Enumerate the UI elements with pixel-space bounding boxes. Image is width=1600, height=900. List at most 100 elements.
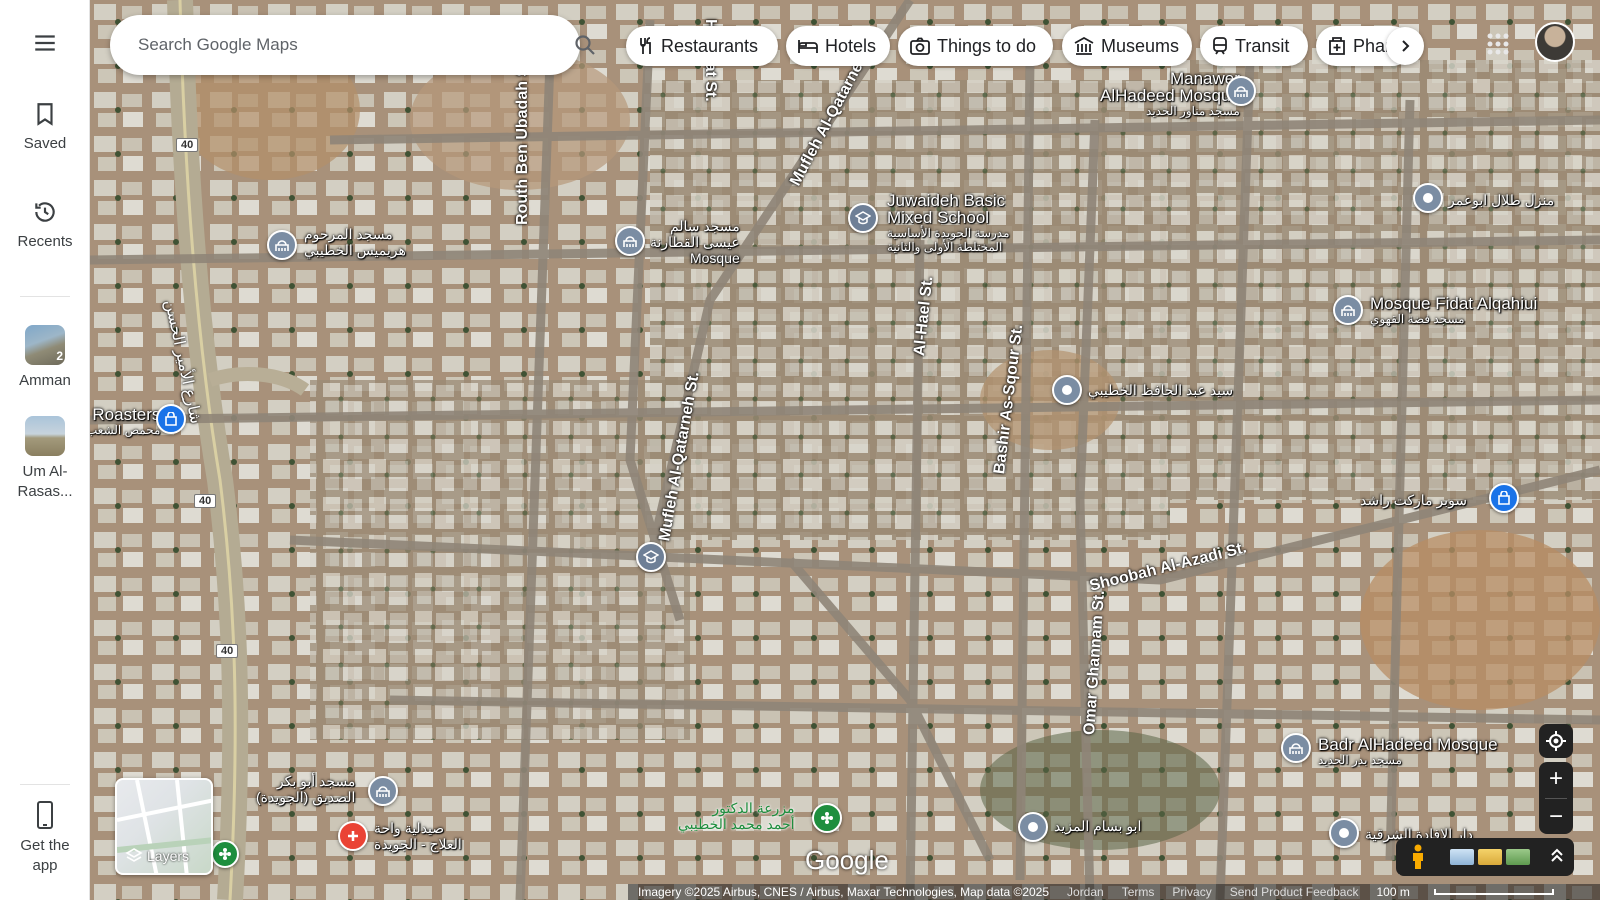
poi-pin-school-2[interactable] [636,542,666,572]
poi-label-juwaideh-school[interactable]: Juwaideh Basic Mixed School مدرسة الجويدة… [887,192,1010,254]
poi-pin-abu-bakr-mosque[interactable] [368,776,398,806]
scale-label: 100 m [1376,885,1410,899]
chip-label: Hotels [825,35,877,56]
privacy-link[interactable]: Privacy [1172,885,1211,899]
street-label: Routh Ben Ubadah St. [514,56,531,225]
poi-pin-fidat-mosque[interactable] [1333,295,1363,325]
rail-divider [20,296,70,297]
poi-pin-park[interactable] [211,840,239,868]
chip-things-to-do[interactable]: Things to do [898,26,1053,66]
poi-arabic-name: مدرسة الجويدة الأساسية المختلطة الأولى و… [887,226,1010,254]
history-icon [35,202,55,222]
search-box[interactable] [110,15,669,75]
poi-pin-oasis-pharmacy[interactable] [338,821,368,851]
poi-pin-talal-house[interactable] [1413,183,1443,213]
street-view-pegman[interactable] [1404,842,1432,872]
poi-pin-badr-mosque[interactable] [1281,733,1311,763]
bookmark-icon [37,103,53,126]
zoom-divider [1545,798,1567,799]
chip-restaurants[interactable]: Restaurants [626,26,778,66]
poi-name: Mosque Fidat Alqahiui [1370,294,1538,313]
side-rail: Saved Recents 2 Amman Um Al- Rasas... Ge… [0,0,90,900]
chevron-right-icon [1402,40,1410,52]
account-avatar[interactable] [1535,22,1575,62]
poi-pin-manawer-mosque[interactable] [1226,76,1256,106]
place-thumbnail: 2 [25,325,65,365]
poi-pin-farm[interactable] [812,803,842,833]
search-button[interactable] [573,33,597,62]
poi-pin-sharqiya[interactable] [1329,818,1359,848]
feedback-link[interactable]: Send Product Feedback [1230,885,1359,899]
fork-knife-icon [640,37,651,54]
poi-pin-abd-hafez[interactable] [1052,375,1082,405]
poi-label-manawer-mosque[interactable]: Manawer AlHadeed Mosque مسجد مناور الحديد [1100,70,1240,118]
place-dot-icon [1423,193,1433,203]
poi-pin-abu-bassam[interactable] [1018,812,1048,842]
google-apps-button[interactable] [1478,24,1518,64]
poi-name: Roasters [92,405,161,424]
poi-label-badr-mosque[interactable]: Badr AlHadeed Mosque مسجد بدر الحديد [1318,736,1498,767]
layers-icon [125,848,143,862]
zoom-controls: + − [1539,762,1573,834]
poi-pin-juwaideh-school[interactable] [848,203,878,233]
my-location-button[interactable] [1539,724,1573,758]
mosque-icon [1341,305,1355,316]
phone-icon [37,801,53,829]
search-input[interactable] [138,29,438,61]
zoom-out-button[interactable]: − [1539,800,1573,834]
poi-label-abu-bakr-mosque[interactable]: مسجد أبو بكر الصديق (الجويدة) [256,773,355,805]
poi-label-salem-mosque[interactable]: مسجد سالم عيسى القطارنة Mosque [650,218,740,266]
chip-hotels[interactable]: Hotels [786,26,890,66]
flower-icon [219,848,231,860]
place-dot-icon [1062,385,1072,395]
poi-name: Mosque [689,250,740,266]
poi-arabic-name: مسجد فضة القهوي [1370,312,1465,326]
poi-pin-harimis-mosque[interactable] [267,230,297,260]
school-icon [643,550,659,564]
saved-button[interactable]: Saved [0,100,90,154]
recent-place-amman[interactable]: 2 Amman [0,325,90,391]
zoom-in-button[interactable]: + [1539,762,1573,796]
layers-button[interactable]: Layers [115,778,213,875]
poi-label-abu-bassam[interactable]: ابو بسام المزيد [1054,818,1141,834]
map-type-terrain[interactable] [1478,849,1502,865]
main-menu-button[interactable] [0,30,90,56]
poi-label-fidat-mosque[interactable]: Mosque Fidat Alqahiui مسجد فضة القهوي [1370,295,1537,326]
menu-icon [35,35,55,51]
map-type-biking[interactable] [1506,849,1530,865]
pharmacy-icon [1329,37,1345,55]
chips-scroll-right-button[interactable] [1386,27,1424,65]
mosque-icon [275,240,289,251]
satellite-map[interactable]: Halimat St. Mufleh Al-Qatarneh St. Routh… [90,0,1600,900]
poi-label-talal-house[interactable]: منزل طلال ابوعمر [1448,192,1554,208]
recents-button[interactable]: Recents [0,198,90,252]
chip-transit[interactable]: Transit [1200,26,1308,66]
poi-arabic-name: مسجد سالم عيسى القطارنة [650,218,740,250]
poi-label-abd-hafez[interactable]: سيد عبد الحافظ الخطيبي [1088,382,1233,398]
poi-label-farm[interactable]: مزرعة الدكتور أحمد محمد الخطيبي [678,800,795,832]
get-app-button[interactable]: Get the app [0,800,90,876]
region-link[interactable]: Jordan [1067,885,1104,899]
poi-label-roasters[interactable]: Roasters محمص الشعب [90,406,160,437]
bed-icon [798,40,818,53]
poi-pin-rashed-market[interactable] [1489,483,1519,513]
pegman-icon [1413,844,1423,869]
poi-pin-salem-mosque[interactable] [615,226,645,256]
place-count: 2 [56,349,63,363]
chip-label: Things to do [937,35,1037,56]
terms-link[interactable]: Terms [1122,885,1155,899]
scale-indicator[interactable]: 100 m [1376,885,1571,899]
place-thumbnail [25,416,65,456]
recent-place-um-al-rasas[interactable]: Um Al- Rasas... [0,416,90,502]
map-type-default[interactable] [1450,849,1474,865]
poi-pin-roasters[interactable] [156,404,186,434]
poi-label-rashed-market[interactable]: سوبر ماركت راشد [1360,492,1467,508]
poi-label-oasis-pharmacy[interactable]: صيدلية واحة العلاج - الجويدة [374,820,462,852]
poi-arabic-name: مسجد بدر الحديد [1318,753,1402,767]
poi-label-harimis-mosque[interactable]: مسجد المرحوم هريميس الخطيبي [304,226,406,258]
chip-label: Transit [1235,35,1290,56]
layers-label: Layers [147,848,190,864]
expand-tools-button[interactable] [1550,847,1564,868]
place-dot-icon [1339,828,1349,838]
chip-museums[interactable]: Museums [1062,26,1192,66]
